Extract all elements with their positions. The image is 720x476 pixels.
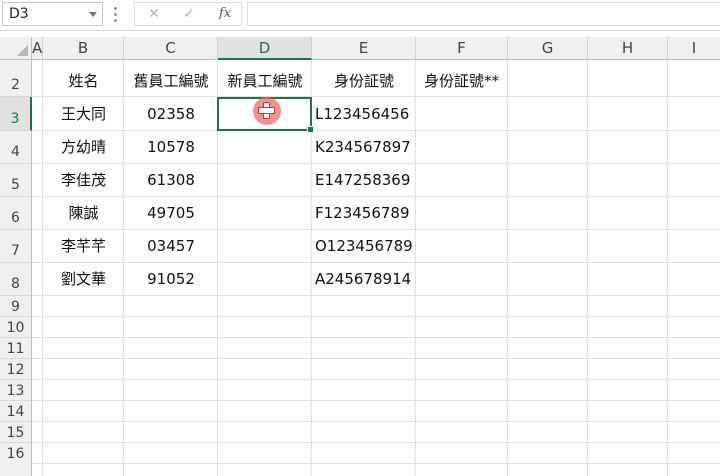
cell-name[interactable]: 方幼晴 [43, 137, 124, 157]
excel-plus-cursor-icon [253, 97, 281, 125]
cell-name[interactable]: 李佳茂 [43, 170, 124, 190]
cell-id-number[interactable]: A245678914 [315, 269, 411, 289]
formula-bar: D3 ✕ ✓ fx [0, 0, 720, 31]
row-header-7[interactable]: 7 [0, 230, 32, 263]
enter-icon[interactable]: ✓ [174, 3, 204, 25]
column-header-g[interactable]: G [508, 37, 588, 60]
column-header-d[interactable]: D [218, 37, 312, 60]
formula-bar-grip-icon[interactable] [114, 7, 117, 23]
cell-id-number[interactable]: F123456789 [315, 203, 410, 223]
cell-id-number[interactable]: E147258369 [315, 170, 410, 190]
name-box[interactable]: D3 [2, 2, 103, 26]
cell-name[interactable]: 陳誠 [43, 203, 124, 223]
row-header-16[interactable]: 16 [0, 443, 32, 476]
cell-old-id[interactable]: 91052 [124, 269, 218, 289]
header-id-number-masked[interactable]: 身份証號** [424, 71, 499, 91]
name-box-dropdown-icon[interactable] [89, 12, 97, 17]
row-header-5[interactable]: 5 [0, 164, 32, 197]
column-header-e[interactable]: E [312, 37, 416, 60]
row-header-9[interactable]: 9 [0, 296, 32, 317]
column-header-a[interactable]: A [32, 37, 43, 60]
cell-old-id[interactable]: 03457 [124, 236, 218, 256]
column-header-h[interactable]: H [588, 37, 668, 60]
fill-handle[interactable] [307, 126, 314, 133]
cancel-icon[interactable]: ✕ [139, 3, 169, 25]
row-header-3[interactable]: 3 [0, 97, 32, 131]
cell-id-number[interactable]: K234567897 [315, 137, 411, 157]
header-id-number[interactable]: 身份証號 [312, 71, 416, 91]
header-old-employee-id[interactable]: 舊員工編號 [124, 71, 218, 91]
header-new-employee-id[interactable]: 新員工編號 [218, 71, 312, 91]
row-header-15[interactable]: 15 [0, 422, 32, 443]
select-all-corner[interactable] [0, 37, 32, 60]
insert-function-icon[interactable]: fx [210, 3, 240, 25]
column-header-f[interactable]: F [416, 37, 508, 60]
column-header-i[interactable]: I [668, 37, 720, 60]
header-name[interactable]: 姓名 [43, 71, 124, 91]
cell-old-id[interactable]: 02358 [124, 104, 218, 124]
formula-buttons: ✕ ✓ fx [134, 2, 242, 26]
column-header-c[interactable]: C [124, 37, 218, 60]
column-header-b[interactable]: B [43, 37, 124, 60]
row-header-12[interactable]: 12 [0, 359, 32, 380]
row-header-2[interactable]: 2 [0, 60, 32, 97]
row-header-11[interactable]: 11 [0, 338, 32, 359]
select-all-icon[interactable] [17, 45, 28, 56]
cell-name[interactable]: 王大同 [43, 104, 124, 124]
cell-old-id[interactable]: 61308 [124, 170, 218, 190]
name-box-value[interactable]: D3 [9, 6, 29, 22]
row-header-6[interactable]: 6 [0, 197, 32, 230]
row-header-4[interactable]: 4 [0, 131, 32, 164]
cell-name[interactable]: 劉文華 [43, 269, 124, 289]
row-header-10[interactable]: 10 [0, 317, 32, 338]
cell-name[interactable]: 李芊芊 [43, 236, 124, 256]
row-header-14[interactable]: 14 [0, 401, 32, 422]
row-header-13[interactable]: 13 [0, 380, 32, 401]
cell-old-id[interactable]: 49705 [124, 203, 218, 223]
row-header-8[interactable]: 8 [0, 263, 32, 296]
cell-id-number[interactable]: L123456456 [315, 104, 409, 124]
cell-old-id[interactable]: 10578 [124, 137, 218, 157]
formula-input[interactable] [247, 2, 720, 26]
cell-id-number[interactable]: O123456789 [315, 236, 413, 256]
